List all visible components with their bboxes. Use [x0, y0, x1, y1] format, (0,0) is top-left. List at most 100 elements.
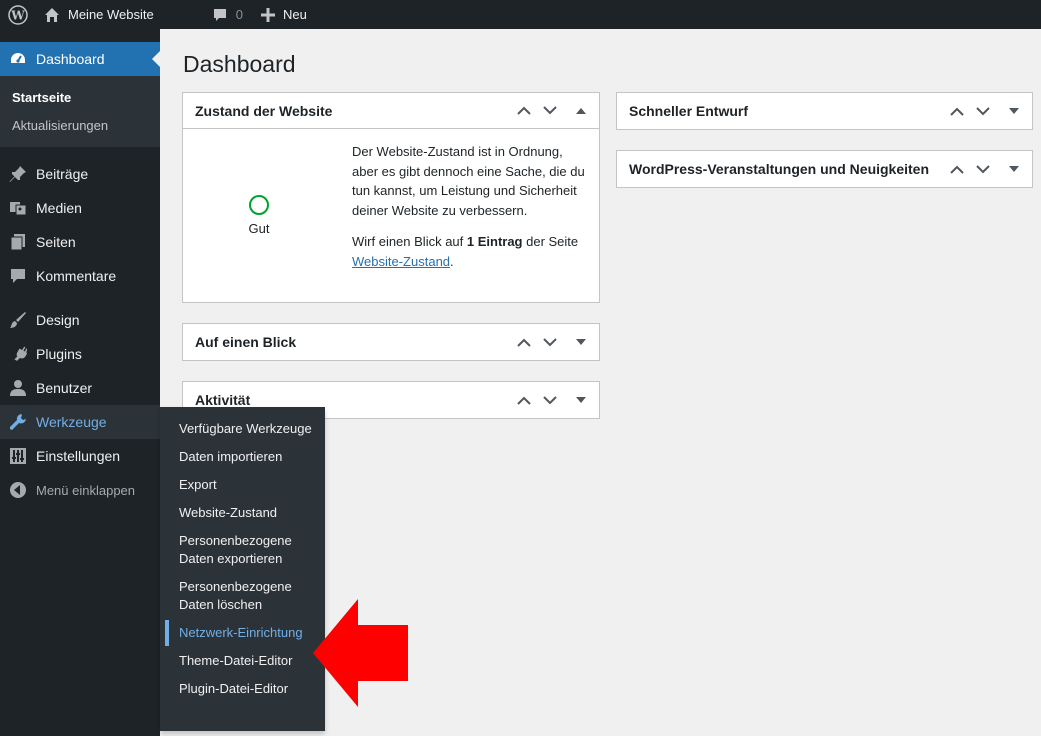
health-text: Der Website-Zustand ist in Ordnung, aber… [352, 144, 585, 218]
at-a-glance-title: Auf einen Blick [195, 334, 297, 350]
flyout-daten-exportieren[interactable]: Personenbezogene Daten exportieren [160, 527, 325, 573]
chevron-up-icon[interactable] [511, 324, 537, 360]
health-description: Der Website-Zustand ist in Ordnung, aber… [335, 129, 599, 301]
menu-beitraege[interactable]: Beiträge [0, 157, 160, 191]
chevron-down-icon[interactable] [970, 151, 996, 187]
expand-toggle-icon[interactable] [996, 93, 1032, 129]
site-health-title: Zustand der Website [195, 102, 333, 119]
expand-toggle-icon[interactable] [563, 382, 599, 418]
menu-collapse-label: Menü einklappen [36, 482, 136, 498]
flyout-export[interactable]: Export [160, 471, 325, 499]
menu-kommentare-label: Kommentare [36, 268, 117, 284]
chevron-down-icon[interactable] [537, 324, 563, 360]
menu-medien-label: Medien [36, 200, 82, 216]
events-news-widget: WordPress-Veranstaltungen und Neuigkeite… [616, 150, 1033, 188]
menu-dashboard[interactable]: Dashboard [0, 42, 160, 76]
activity-title: Aktivität [195, 392, 251, 408]
admin-sidebar: Dashboard Startseite Aktualisierungen Be… [0, 29, 160, 736]
quick-draft-widget: Schneller Entwurf [616, 92, 1033, 130]
flyout-verfuegbare-werkzeuge[interactable]: Verfügbare Werkzeuge [160, 415, 325, 443]
collapse-icon [9, 481, 27, 499]
chevron-down-icon[interactable] [537, 382, 563, 418]
submenu-startseite[interactable]: Startseite [0, 83, 160, 111]
menu-design[interactable]: Design [0, 303, 160, 337]
quick-draft-header: Schneller Entwurf [617, 93, 1032, 129]
menu-seiten[interactable]: Seiten [0, 225, 160, 259]
site-health-body: Gut Der Website-Zustand ist in Ordnung, … [183, 129, 599, 301]
menu-benutzer[interactable]: Benutzer [0, 371, 160, 405]
chevron-up-icon[interactable] [511, 93, 537, 129]
flyout-plugin-datei-editor[interactable]: Plugin-Datei-Editor [160, 675, 325, 703]
chevron-down-icon[interactable] [970, 93, 996, 129]
site-health-widget: Zustand der Website Gut Der Website-Zust… [182, 92, 600, 303]
tools-flyout-menu: Verfügbare Werkzeuge Daten importieren E… [160, 407, 325, 731]
review-count: 1 Eintrag [466, 234, 523, 249]
menu-medien[interactable]: Medien [0, 191, 160, 225]
chevron-up-icon[interactable] [944, 151, 970, 187]
comments-icon [9, 267, 27, 285]
dashboard-gauge-icon [9, 50, 27, 68]
menu-seiten-label: Seiten [36, 234, 76, 250]
collapse-toggle-icon[interactable] [563, 93, 599, 129]
home-icon [45, 7, 59, 22]
plugin-icon [9, 345, 27, 363]
comments-link[interactable]: 0 [212, 0, 243, 29]
quick-draft-title: Schneller Entwurf [629, 103, 749, 119]
menu-kommentare[interactable]: Kommentare [0, 259, 160, 293]
flyout-daten-importieren[interactable]: Daten importieren [160, 443, 325, 471]
at-a-glance-header: Auf einen Blick [183, 324, 599, 360]
review-mid: der Seite [522, 234, 579, 249]
admin-bar: W Meine Website 0 Neu [0, 0, 1041, 29]
menu-design-label: Design [36, 312, 80, 328]
settings-icon [9, 447, 27, 465]
health-status-circle-icon [249, 194, 269, 215]
site-health-header: Zustand der Website [183, 93, 599, 129]
plus-icon [260, 7, 275, 22]
brush-icon [9, 311, 27, 329]
expand-toggle-icon[interactable] [563, 324, 599, 360]
review-end: . [450, 253, 454, 269]
wordpress-logo-icon[interactable]: W [0, 0, 36, 29]
health-review: Wirf einen Blick auf 1 Eintrag der Seite… [352, 232, 587, 271]
menu-einstellungen-label: Einstellungen [36, 448, 121, 464]
menu-collapse[interactable]: Menü einklappen [0, 473, 160, 507]
user-icon [9, 379, 27, 397]
new-label: Neu [282, 7, 307, 22]
flyout-website-zustand[interactable]: Website-Zustand [160, 499, 325, 527]
site-name-link[interactable]: Meine Website [44, 0, 154, 29]
submenu-aktualisierungen[interactable]: Aktualisierungen [0, 111, 160, 139]
wrench-icon [9, 413, 27, 431]
chevron-up-icon[interactable] [944, 93, 970, 129]
events-news-title: WordPress-Veranstaltungen und Neuigkeite… [629, 161, 930, 177]
svg-text:W: W [10, 8, 25, 22]
comments-count: 0 [235, 7, 243, 22]
menu-benutzer-label: Benutzer [36, 380, 93, 396]
page-title: Dashboard [183, 51, 296, 77]
flyout-daten-loeschen[interactable]: Personenbezogene Daten löschen [160, 573, 325, 619]
new-content-link[interactable]: Neu [260, 0, 307, 29]
chevron-up-icon[interactable] [511, 382, 537, 418]
expand-toggle-icon[interactable] [996, 151, 1032, 187]
site-name: Meine Website [68, 7, 154, 22]
menu-dashboard-label: Dashboard [36, 51, 105, 67]
media-icon [9, 199, 27, 217]
at-a-glance-widget: Auf einen Blick [182, 323, 600, 361]
red-pointer-arrow-icon [313, 599, 408, 707]
events-news-header: WordPress-Veranstaltungen und Neuigkeite… [617, 151, 1032, 187]
menu-beitraege-label: Beiträge [36, 166, 89, 182]
health-status-label: Gut [248, 220, 270, 236]
site-health-link[interactable]: Website-Zustand [352, 254, 450, 269]
menu-werkzeuge-label: Werkzeuge [36, 414, 107, 430]
menu-plugins[interactable]: Plugins [0, 337, 160, 371]
menu-plugins-label: Plugins [36, 346, 82, 362]
menu-einstellungen[interactable]: Einstellungen [0, 439, 160, 473]
flyout-theme-datei-editor[interactable]: Theme-Datei-Editor [160, 647, 325, 675]
health-indicator: Gut [183, 129, 335, 301]
chevron-down-icon[interactable] [537, 93, 563, 129]
review-prefix: Wirf einen Blick auf [352, 234, 467, 249]
menu-werkzeuge[interactable]: Werkzeuge [0, 405, 160, 439]
dashboard-submenu: Startseite Aktualisierungen [0, 76, 160, 147]
comment-bubble-icon [213, 8, 226, 21]
pages-icon [9, 233, 27, 251]
flyout-netzwerk-einrichtung[interactable]: Netzwerk-Einrichtung [160, 619, 325, 647]
